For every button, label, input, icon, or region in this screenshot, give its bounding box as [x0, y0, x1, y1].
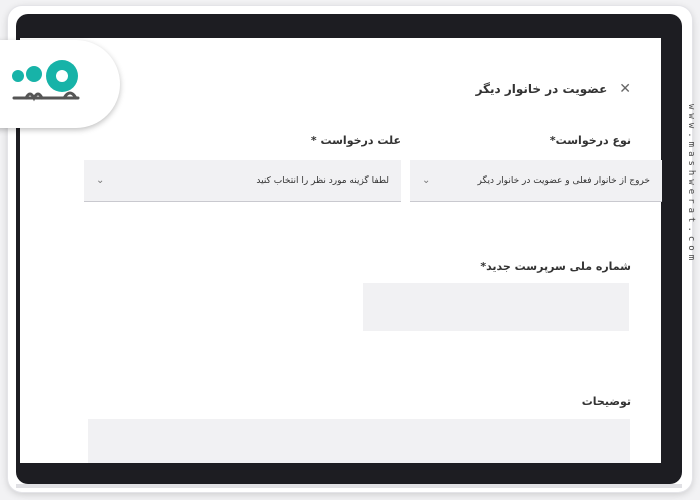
close-icon[interactable]: ✕ [619, 82, 631, 96]
chevron-down-icon: ⌄ [422, 175, 431, 186]
national-id-label: شماره ملی سرپرست جدید* [480, 260, 631, 273]
dialog-header: عضویت در خانوار دیگر ✕ [476, 82, 631, 96]
request-type-select[interactable]: خروج از خانوار فعلی و عضویت در خانوار دی… [410, 160, 662, 202]
logo [0, 40, 120, 128]
description-label: توضیحات [581, 395, 631, 408]
request-reason-label: علت درخواست * [310, 134, 401, 147]
request-type-value: خروج از خانوار فعلی و عضویت در خانوار دی… [477, 175, 650, 186]
dialog-title: عضویت در خانوار دیگر [475, 82, 608, 96]
request-reason-placeholder: لطفا گزینه مورد نظر را انتخاب کنید [256, 175, 389, 186]
bottom-strip [16, 484, 682, 488]
request-reason-select[interactable]: لطفا گزینه مورد نظر را انتخاب کنید ⌄ [84, 160, 401, 202]
description-textarea[interactable] [88, 419, 630, 463]
logo-mark [12, 60, 80, 102]
chevron-down-icon: ⌄ [96, 175, 105, 186]
national-id-input[interactable] [363, 283, 629, 331]
request-type-label: نوع درخواست* [549, 134, 631, 147]
watermark: www.mashwerat.com [686, 104, 696, 265]
